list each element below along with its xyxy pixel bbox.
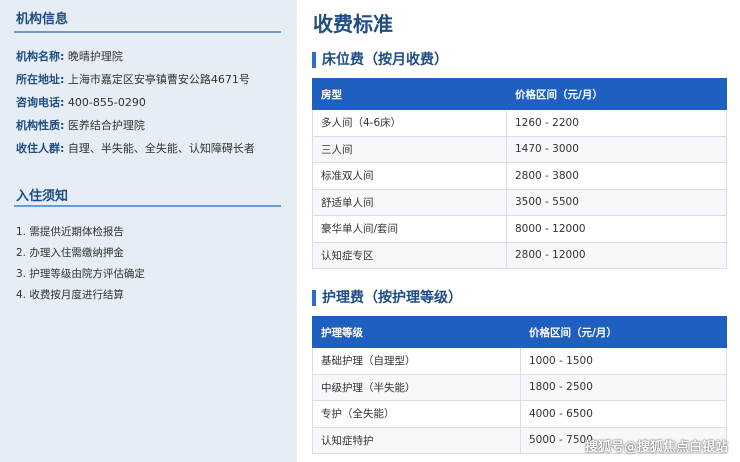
care-level-cell: 专护（全失能） <box>312 400 521 428</box>
info-value: 上海市嘉定区安亭镇曹安公路4671号 <box>67 73 250 86</box>
care-level-cell: 基础护理（自理型） <box>312 347 521 375</box>
room-type-cell: 多人间（4-6床） <box>312 109 507 137</box>
table-row: 豪华单人间/套间 8000 - 12000 <box>312 215 727 243</box>
info-row-address: 所在地址: 上海市嘉定区安亭镇曹安公路4671号 <box>16 71 250 87</box>
care-level-cell: 中级护理（半失能） <box>312 373 521 401</box>
price-cell: 2800 - 12000 <box>506 241 727 269</box>
column-header: 价格区间（元/月） <box>520 316 727 348</box>
price-cell: 8000 - 12000 <box>506 215 727 243</box>
table-header-row: 房型 价格区间（元/月） <box>312 78 727 110</box>
room-type-cell: 豪华单人间/套间 <box>312 215 507 243</box>
price-cell: 1000 - 1500 <box>520 347 727 375</box>
room-type-cell: 三人间 <box>312 135 507 163</box>
room-type-cell: 舒适单人间 <box>312 188 507 216</box>
info-value: 医养结合护理院 <box>67 119 145 132</box>
bed-fee-table: 房型 价格区间（元/月） 多人间（4-6床） 1260 - 2200 三人间 147… <box>312 78 727 269</box>
watermark: 搜狐号@搜狐焦点白银站 <box>584 440 728 455</box>
info-value: 自理、半失能、全失能、认知障碍长者 <box>67 142 255 155</box>
price-cell: 1470 - 3000 <box>506 135 727 163</box>
info-key: 机构性质: <box>16 119 65 132</box>
care-level-cell: 认知症特护 <box>312 426 521 454</box>
table-row: 标准双人间 2800 - 3800 <box>312 162 727 190</box>
admission-step: 4. 收费按月度进行结算 <box>16 289 124 301</box>
price-cell: 1260 - 2200 <box>506 109 727 137</box>
price-cell: 1800 - 2500 <box>520 373 727 401</box>
info-row-name: 机构名称: 晚晴护理院 <box>16 48 123 64</box>
info-row-type: 机构性质: 医养结合护理院 <box>16 117 145 133</box>
admission-step: 3. 护理等级由院方评估确定 <box>16 268 145 280</box>
table-header-row: 护理等级 价格区间（元/月） <box>312 316 727 348</box>
room-type-cell: 认知症专区 <box>312 241 507 269</box>
table-row: 三人间 1470 - 3000 <box>312 135 727 163</box>
divider <box>14 205 281 207</box>
price-cell: 2800 - 3800 <box>506 162 727 190</box>
info-row-residents: 收住人群: 自理、半失能、全失能、认知障碍长者 <box>16 140 255 156</box>
column-header: 护理等级 <box>312 316 521 348</box>
info-key: 咨询电话: <box>16 96 65 109</box>
info-value: 晚晴护理院 <box>67 50 123 63</box>
info-key: 机构名称: <box>16 50 65 63</box>
price-cell: 3500 - 5500 <box>506 188 727 216</box>
divider <box>14 31 281 33</box>
bed-fee-heading: 床位费（按月收费） <box>312 52 448 68</box>
org-info-title: 机构信息 <box>16 12 69 27</box>
column-header: 价格区间（元/月） <box>506 78 727 110</box>
admission-title: 入住须知 <box>16 189 69 204</box>
page-title: 收费标准 <box>313 12 393 36</box>
info-key: 收住人群: <box>16 142 65 155</box>
table-row: 专护（全失能） 4000 - 6500 <box>312 400 727 428</box>
room-type-cell: 标准双人间 <box>312 162 507 190</box>
care-fee-table: 护理等级 价格区间（元/月） 基础护理（自理型） 1000 - 1500 中级护理… <box>312 316 727 454</box>
admission-step: 1. 需提供近期体检报告 <box>16 226 124 238</box>
info-key: 所在地址: <box>16 73 65 86</box>
price-cell: 4000 - 6500 <box>520 400 727 428</box>
table-row: 中级护理（半失能） 1800 - 2500 <box>312 373 727 401</box>
table-row: 多人间（4-6床） 1260 - 2200 <box>312 109 727 137</box>
info-row-phone: 咨询电话: 400-855-0290 <box>16 94 146 110</box>
info-value: 400-855-0290 <box>67 96 146 109</box>
admission-step: 2. 办理入住需缴纳押金 <box>16 247 124 259</box>
table-row: 基础护理（自理型） 1000 - 1500 <box>312 347 727 375</box>
sidebar: 机构信息 机构名称: 晚晴护理院 所在地址: 上海市嘉定区安亭镇曹安公路4671… <box>0 0 297 462</box>
table-row: 认知症专区 2800 - 12000 <box>312 241 727 269</box>
column-header: 房型 <box>312 78 507 110</box>
table-row: 舒适单人间 3500 - 5500 <box>312 188 727 216</box>
care-fee-heading: 护理费（按护理等级） <box>312 290 462 306</box>
